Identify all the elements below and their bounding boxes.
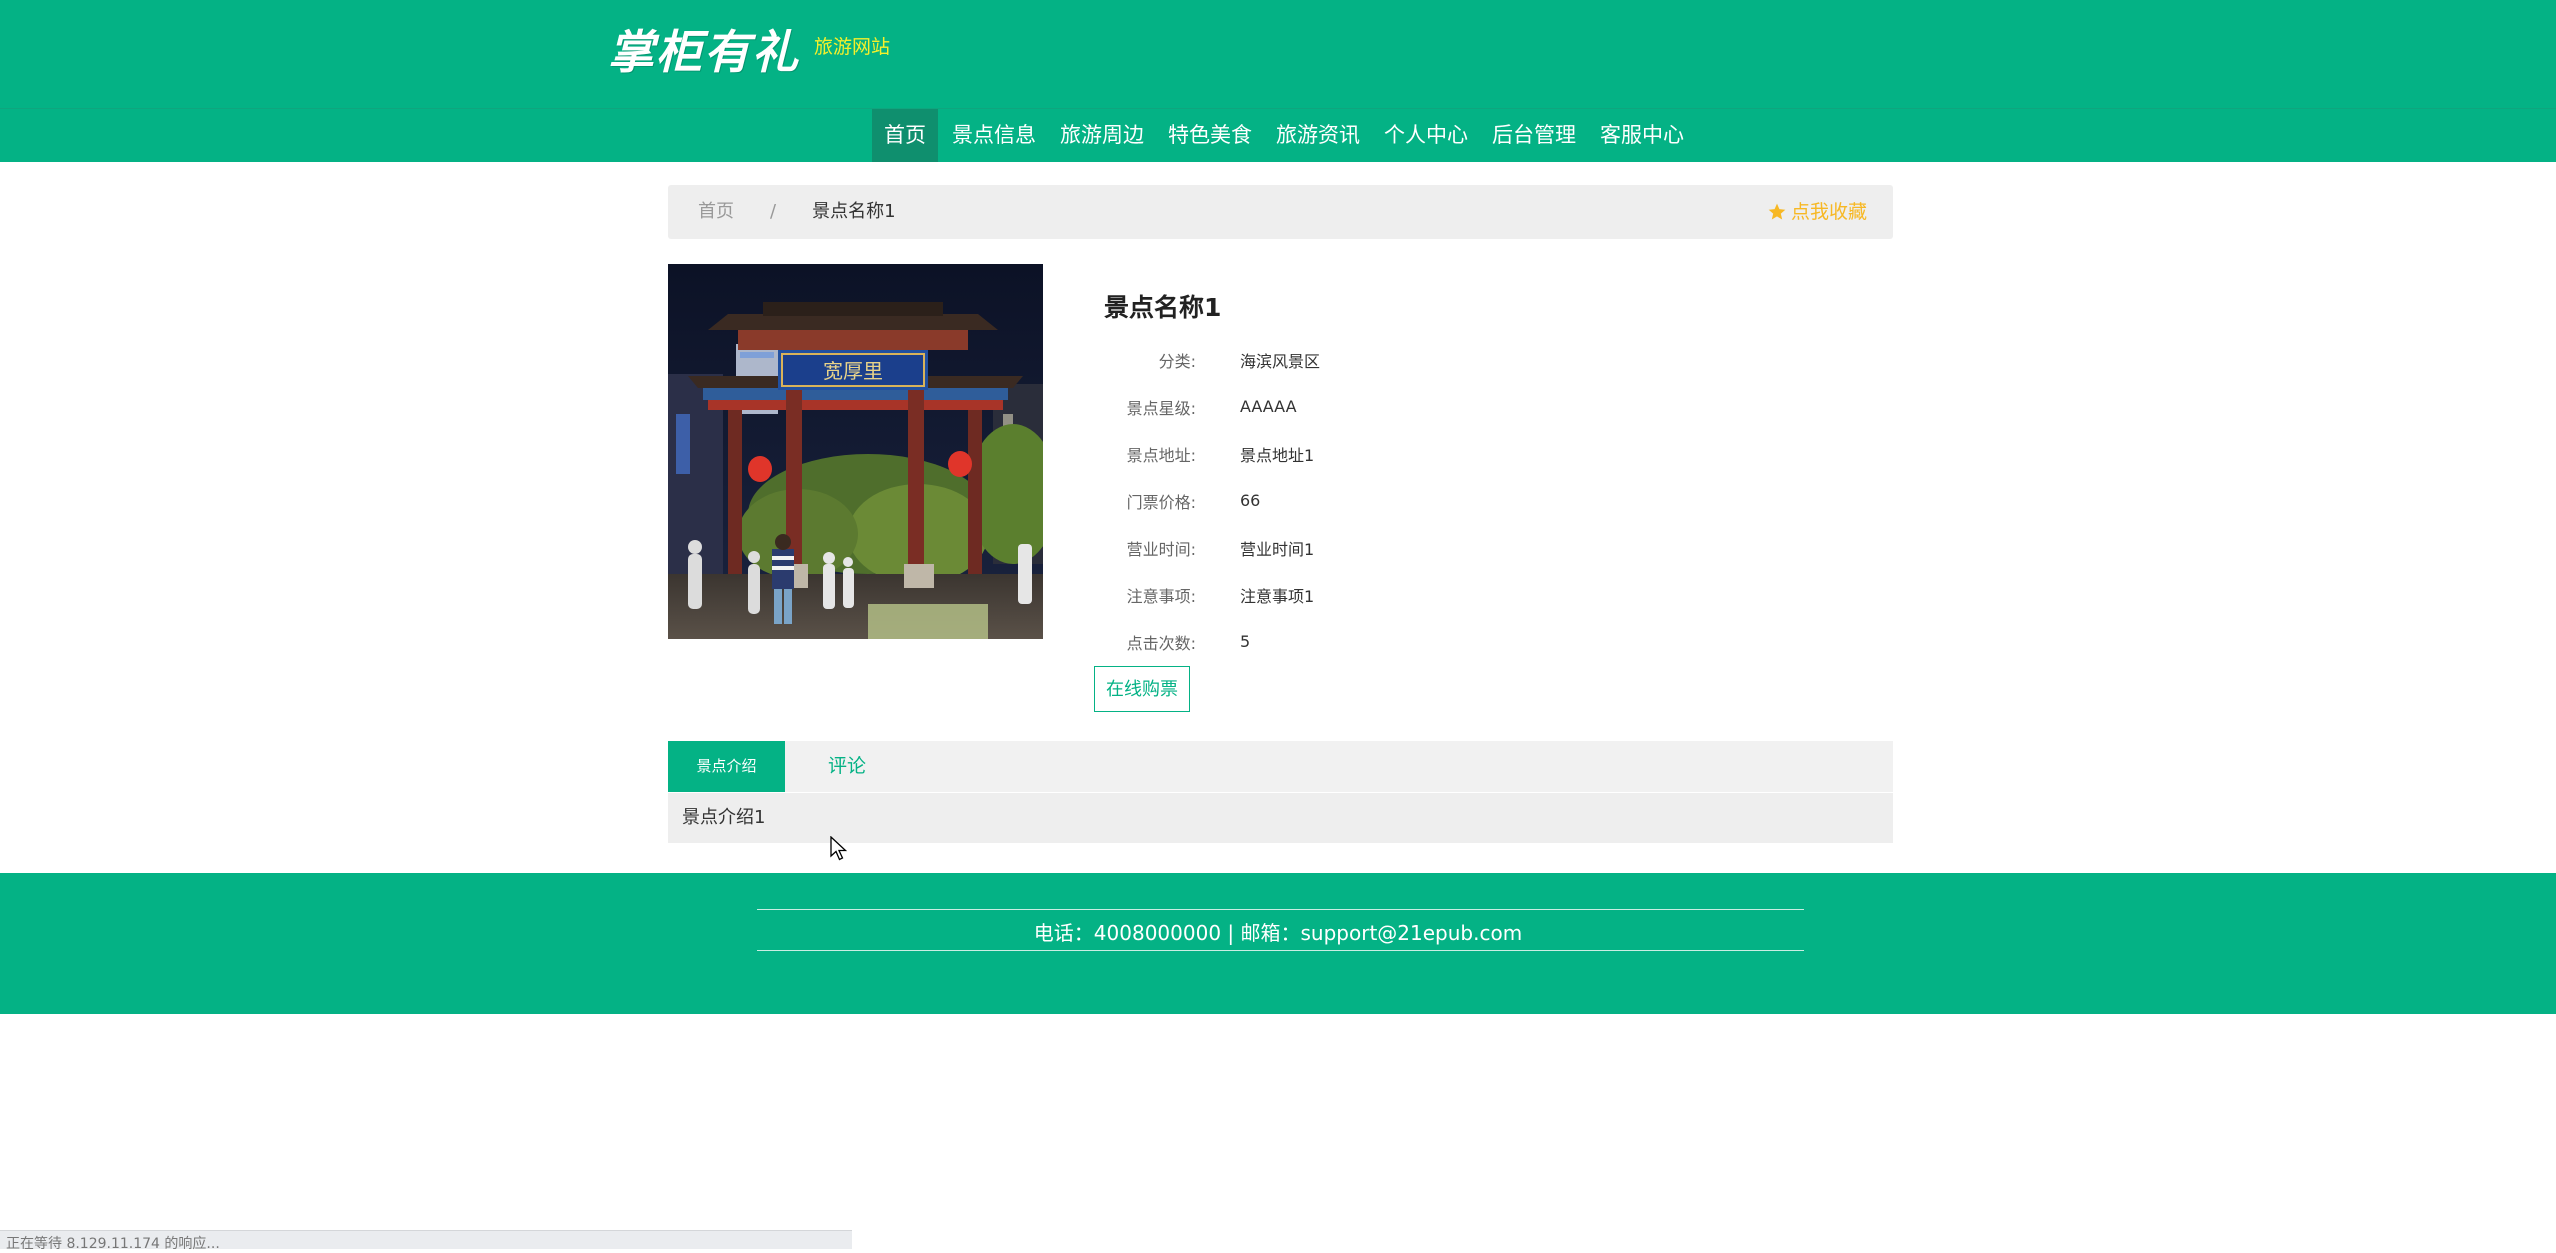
- breadcrumb-bar: 首页 / 景点名称1 点我收藏: [668, 185, 1893, 239]
- footer-divider: [757, 909, 1804, 910]
- nav-item-local-food[interactable]: 特色美食: [1158, 109, 1262, 162]
- info-row-category: 分类: 海滨风景区: [1104, 336, 1320, 383]
- info-value: 66: [1240, 491, 1261, 510]
- info-label: 门票价格:: [1126, 492, 1196, 512]
- logo-subtitle: 旅游网站: [814, 36, 891, 58]
- footer-contact: 电话：4008000000 | 邮箱：support@21epub.com: [1033, 921, 1523, 945]
- cursor-icon: [830, 836, 848, 861]
- main-navbar: 首页 景点信息 旅游周边 特色美食 旅游资讯 个人中心 后台管理 客服中心: [0, 108, 2556, 162]
- info-value: AAAAA: [1240, 397, 1297, 416]
- info-label: 景点星级:: [1126, 398, 1196, 418]
- info-label: 营业时间:: [1126, 539, 1196, 559]
- info-row-rating: 景点星级: AAAAA: [1104, 383, 1320, 430]
- footer-divider: [757, 950, 1804, 951]
- info-value: 营业时间1: [1240, 539, 1315, 559]
- breadcrumb-separator: /: [770, 201, 777, 222]
- attraction-title: 景点名称1: [1104, 293, 1222, 322]
- nav-item-attractions[interactable]: 景点信息: [942, 109, 1046, 162]
- nav-item-admin[interactable]: 后台管理: [1482, 109, 1586, 162]
- detail-tabs: 景点介绍 评论: [668, 741, 1893, 792]
- attraction-photo: 宽厚里: [668, 264, 1043, 639]
- star-icon: [1768, 203, 1786, 220]
- nav-item-home[interactable]: 首页: [872, 109, 938, 162]
- info-value: 注意事项1: [1240, 586, 1315, 606]
- intro-text: 景点介绍1: [682, 807, 766, 828]
- info-row-address: 景点地址: 景点地址1: [1104, 430, 1320, 477]
- info-label: 注意事项:: [1126, 586, 1196, 606]
- site-logo[interactable]: 掌柜有礼 旅游网站: [608, 22, 890, 82]
- favorite-button[interactable]: 点我收藏: [1767, 185, 1867, 239]
- buy-ticket-button[interactable]: 在线购票: [1094, 666, 1190, 712]
- breadcrumb: 首页 / 景点名称1: [698, 185, 896, 239]
- nav-menu: 首页 景点信息 旅游周边 特色美食 旅游资讯 个人中心 后台管理 客服中心: [872, 109, 1698, 162]
- info-row-notes: 注意事项: 注意事项1: [1104, 571, 1320, 618]
- info-value: 景点地址1: [1240, 445, 1315, 465]
- info-label: 分类:: [1158, 351, 1196, 371]
- nav-item-souvenirs[interactable]: 旅游周边: [1050, 109, 1154, 162]
- info-label: 点击次数:: [1126, 633, 1196, 653]
- info-row-clicks: 点击次数: 5: [1104, 618, 1320, 665]
- favorite-label: 点我收藏: [1790, 201, 1867, 223]
- nav-item-user-center[interactable]: 个人中心: [1374, 109, 1478, 162]
- tab-content-panel: 景点介绍1: [668, 793, 1893, 843]
- info-value: 海滨风景区: [1240, 351, 1321, 371]
- info-row-hours: 营业时间: 营业时间1: [1104, 524, 1320, 571]
- status-text: 正在等待 8.129.11.174 的响应...: [6, 1236, 220, 1252]
- nav-item-travel-news[interactable]: 旅游资讯: [1266, 109, 1370, 162]
- browser-status-bar: 正在等待 8.129.11.174 的响应...: [0, 1230, 852, 1252]
- info-label: 景点地址:: [1126, 445, 1196, 465]
- svg-text:宽厚里: 宽厚里: [823, 359, 883, 383]
- site-header: 掌柜有礼 旅游网站: [0, 0, 2556, 108]
- nav-item-support[interactable]: 客服中心: [1590, 109, 1694, 162]
- site-footer: 电话：4008000000 | 邮箱：support@21epub.com: [0, 873, 2556, 1014]
- attraction-info-list: 分类: 海滨风景区 景点星级: AAAAA 景点地址: 景点地址1 门票价格: …: [1104, 336, 1320, 665]
- breadcrumb-current: 景点名称1: [812, 201, 896, 222]
- info-row-price: 门票价格: 66: [1104, 477, 1320, 524]
- tab-comments[interactable]: 评论: [828, 741, 866, 792]
- logo-text: 掌柜有礼: [608, 25, 800, 79]
- tab-intro[interactable]: 景点介绍: [668, 741, 785, 792]
- breadcrumb-home-link[interactable]: 首页: [698, 185, 734, 239]
- info-value: 5: [1240, 632, 1251, 651]
